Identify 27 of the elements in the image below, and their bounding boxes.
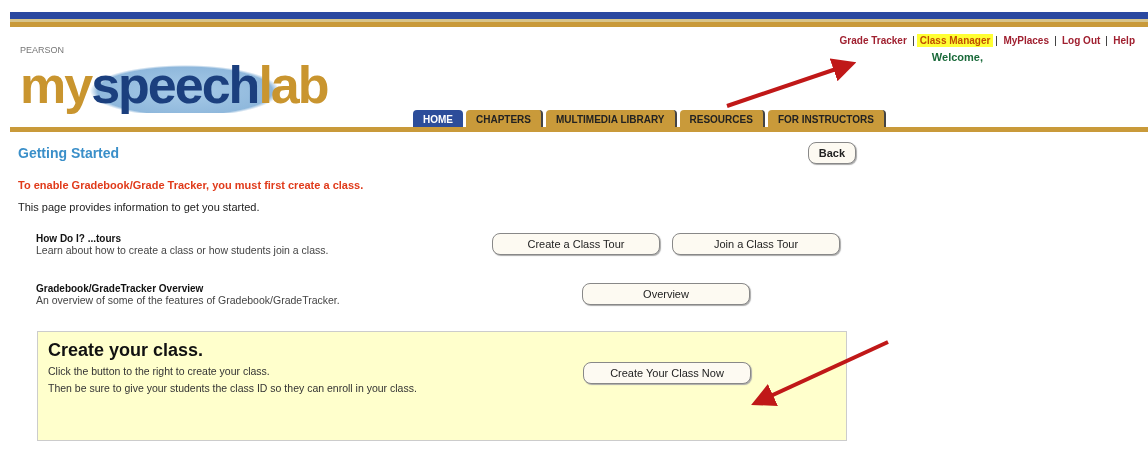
tour-button[interactable]: Overview: [582, 283, 750, 305]
nav-link[interactable]: Log Out: [1059, 34, 1104, 47]
tour-button[interactable]: Join a Class Tour: [672, 233, 840, 255]
panel-text: Then be sure to give your students the class ID so they can enroll in your class.: [48, 382, 418, 395]
page-title: Getting Started: [18, 145, 120, 161]
section-heading: Gradebook/GradeTracker Overview: [36, 282, 205, 294]
nav-link[interactable]: Help: [1110, 34, 1138, 47]
nav-tab[interactable]: FOR INSTRUCTORS: [767, 110, 886, 127]
nav-tab[interactable]: RESOURCES: [679, 110, 765, 127]
section-description: An overview of some of the features of Gradebook/GradeTracker.: [36, 293, 341, 306]
welcome-text: Welcome,: [931, 51, 983, 63]
tour-button[interactable]: Create a Class Tour: [492, 233, 660, 255]
nav-link[interactable]: Class Manager: [916, 34, 994, 47]
nav-link[interactable]: MyPlaces: [1000, 34, 1052, 47]
warning-message: To enable Gradebook/Grade Tracker, you must first create a class.: [18, 179, 365, 191]
create-class-button[interactable]: Create Your Class Now: [583, 362, 751, 384]
back-button[interactable]: Back: [807, 142, 856, 164]
section-heading: How Do I? ...tours: [36, 232, 122, 244]
nav-tab[interactable]: HOME: [413, 110, 463, 127]
nav-tab[interactable]: MULTIMEDIA LIBRARY: [546, 110, 677, 127]
logo-brand: PEARSON: [20, 45, 64, 55]
section-description: Learn about how to create a class or how students join a class.: [36, 243, 330, 256]
panel-text: Click the button to the right to create your class.: [48, 365, 271, 378]
panel-heading: Create your class.: [48, 340, 205, 361]
intro-text: This page provides information to get you started.: [18, 201, 261, 213]
nav-tab[interactable]: CHAPTERS: [466, 110, 543, 127]
nav-link[interactable]: Grade Tracker: [836, 34, 910, 47]
